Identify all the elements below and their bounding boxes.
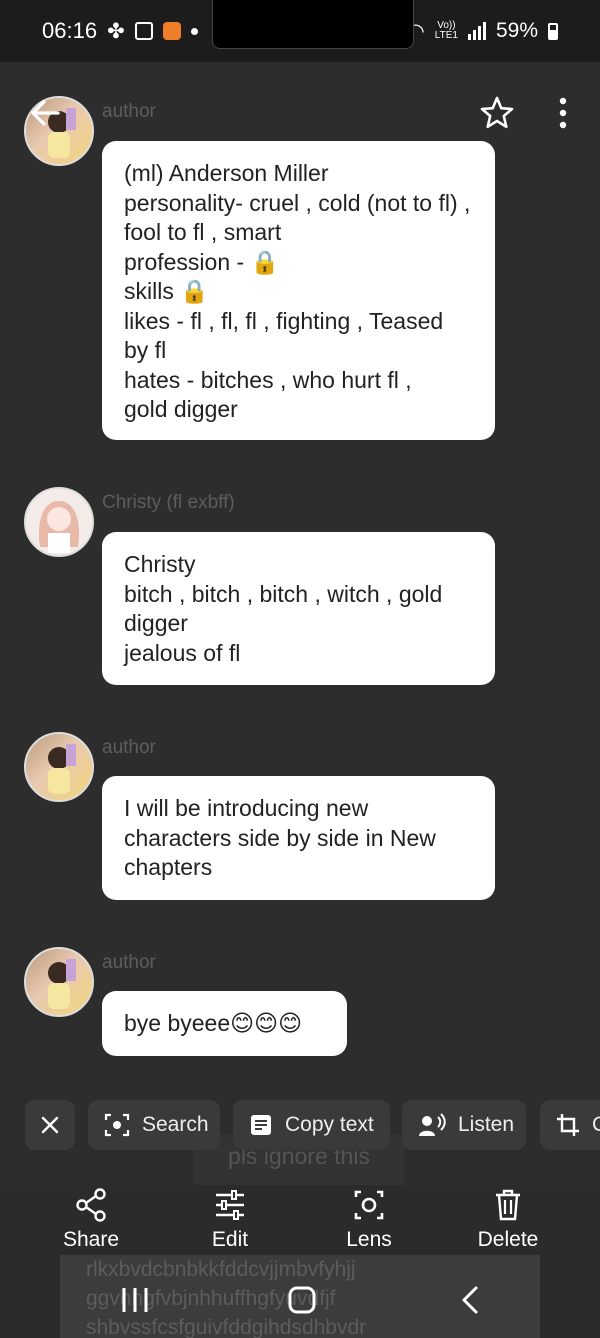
message-bubble: bye byeee😊😊😊	[102, 991, 347, 1056]
edit-button[interactable]: Edit	[175, 1188, 285, 1252]
search-chip-label: Search	[142, 1113, 209, 1136]
crop-chip-label: C	[592, 1113, 600, 1136]
share-icon	[76, 1188, 106, 1222]
close-icon	[41, 1116, 59, 1134]
back-arrow-icon[interactable]	[28, 96, 62, 130]
battery-percent: 59%	[495, 19, 538, 42]
listen-icon	[419, 1113, 446, 1136]
battery-icon	[548, 22, 558, 40]
lens-icon	[354, 1190, 384, 1220]
close-chips-button[interactable]	[25, 1100, 75, 1150]
sender-name: author	[102, 952, 156, 973]
edit-sliders-icon	[216, 1190, 244, 1220]
pinwheel-icon: ✤	[107, 19, 125, 43]
search-chip[interactable]: Search	[88, 1100, 220, 1150]
signal-bars-icon	[467, 22, 486, 40]
author-avatar[interactable]	[24, 947, 94, 1017]
message-bubble: I will be introducing new characters sid…	[102, 776, 495, 900]
crop-chip[interactable]: C	[540, 1100, 600, 1150]
favorite-star-icon[interactable]	[479, 95, 515, 131]
delete-label: Delete	[477, 1228, 539, 1251]
gallery-icon	[134, 22, 153, 40]
lens-action-chips: Search Copy text Listen C	[0, 1100, 600, 1152]
sender-name: author	[102, 101, 156, 122]
status-time: 06:16	[42, 18, 98, 43]
copy-text-chip-label: Copy text	[285, 1113, 374, 1136]
message-bubble: (ml) Anderson Miller personality- cruel …	[102, 141, 495, 440]
author-avatar[interactable]	[24, 732, 94, 802]
christy-avatar[interactable]	[24, 487, 94, 557]
more-options-icon[interactable]	[550, 96, 576, 130]
sender-name: Christy (fl exbff)	[102, 492, 235, 513]
trash-icon	[496, 1189, 520, 1221]
lens-label: Lens	[346, 1228, 392, 1251]
home-icon[interactable]	[287, 1286, 317, 1314]
copy-text-icon	[251, 1115, 271, 1135]
listen-chip[interactable]: Listen	[402, 1100, 526, 1150]
nav-back-icon[interactable]	[456, 1286, 486, 1314]
recent-apps-icon[interactable]	[120, 1286, 150, 1314]
crop-icon	[557, 1114, 579, 1136]
lens-button[interactable]: Lens	[314, 1188, 424, 1252]
status-left: 06:16 ✤	[42, 18, 198, 44]
edit-label: Edit	[211, 1228, 249, 1251]
camera-cutout	[212, 0, 414, 49]
sender-name: author	[102, 737, 156, 758]
app-notification-icon	[162, 22, 181, 40]
copy-text-chip[interactable]: Copy text	[233, 1100, 390, 1150]
listen-chip-label: Listen	[458, 1113, 515, 1136]
delete-button[interactable]: Delete	[453, 1188, 563, 1252]
message-bubble: Christy bitch , bitch , bitch , witch , …	[102, 532, 495, 685]
more-notifications-dot-icon	[190, 27, 198, 35]
share-label: Share	[62, 1228, 120, 1251]
network-type: Vo)) LTE1	[434, 20, 458, 41]
lens-search-icon	[104, 1113, 130, 1137]
share-button[interactable]: Share	[36, 1188, 146, 1252]
